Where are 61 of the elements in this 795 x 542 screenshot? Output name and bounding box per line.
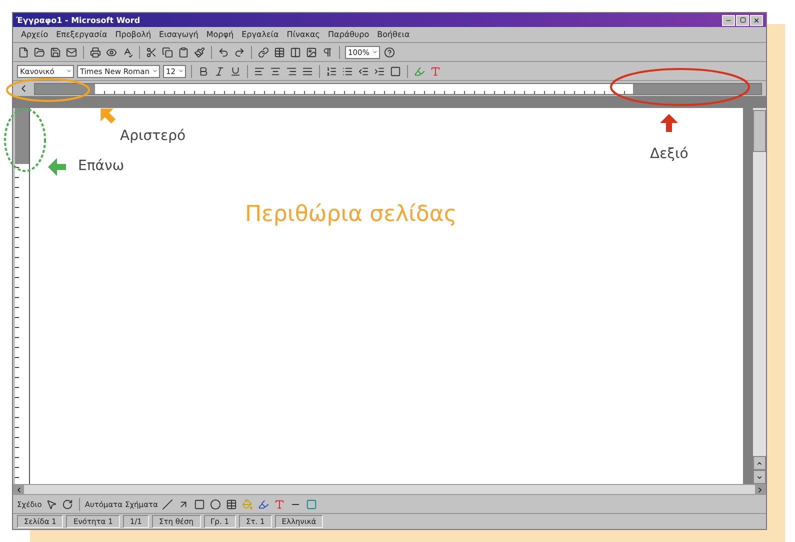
scroll-right-icon[interactable] [756,486,764,494]
caret-icon [372,49,378,55]
menu-item[interactable]: Εργαλεία [242,30,279,39]
mail-icon[interactable] [65,46,78,58]
pilcrow-icon[interactable] [321,46,334,58]
cut-icon[interactable] [145,46,158,58]
window-title: Έγγραφο1 - Microsoft Word [16,16,140,24]
print-icon[interactable] [89,46,102,58]
menu-item[interactable]: Εισαγωγή [159,30,198,39]
caret-icon [178,68,184,74]
redo-icon[interactable] [233,46,246,58]
maximize-button[interactable] [736,14,749,26]
line-icon[interactable] [160,498,174,510]
oval-icon[interactable] [208,498,222,510]
highlight-ellipse [4,108,46,172]
caret-down-icon [756,474,763,480]
menu-item[interactable]: Παράθυρο [328,30,370,39]
maximize-icon [740,17,746,23]
caret-up-icon [756,460,763,466]
annotation-label: Επάνω [78,158,124,174]
copy-icon[interactable] [161,46,174,58]
menu-item[interactable]: Πίνακας [286,30,320,39]
format-painter-icon[interactable] [193,46,206,58]
columns-icon[interactable] [289,46,302,58]
scroll-left-icon[interactable] [15,486,23,494]
scroll-thumb[interactable] [753,110,766,152]
menu-item[interactable]: Μορφή [206,30,234,39]
pointer-icon[interactable] [44,498,58,510]
annotation-label: Δεξιό [650,146,688,162]
underline-icon[interactable] [229,64,242,78]
paste-icon[interactable] [177,46,190,58]
menu-item[interactable]: Επεξεργασία [56,30,108,39]
horizontal-scrollbar[interactable] [13,484,766,495]
menu-item[interactable]: Αρχείο [21,30,48,39]
italic-icon[interactable] [213,64,226,78]
caret-icon [66,68,72,74]
rectangle-icon[interactable] [192,498,206,510]
undo-icon[interactable] [217,46,230,58]
border-icon[interactable] [389,64,402,78]
hyperlink-icon[interactable] [257,46,270,58]
fill-color-icon[interactable] [240,498,254,510]
picture-icon[interactable] [305,46,318,58]
menu-item[interactable]: Βοήθεια [377,30,410,39]
caret-icon [152,68,158,74]
save-icon[interactable] [49,46,62,58]
font-color-icon[interactable] [429,64,442,78]
table-icon[interactable] [273,46,286,58]
page-heading: Περιθώρια σελίδας [245,202,458,227]
menu-item[interactable]: Προβολή [115,30,152,39]
annotation-label: Αριστερό [120,128,186,144]
close-icon [753,16,760,24]
numbered-list-icon[interactable] [325,64,338,78]
minimize-button[interactable] [722,14,735,26]
line-color-icon[interactable] [256,498,270,510]
font-color-icon[interactable] [272,498,286,510]
vertical-scrollbar[interactable] [753,108,766,484]
new-document-icon[interactable] [17,46,30,58]
open-folder-icon[interactable] [33,46,46,58]
rotate-icon[interactable] [60,498,74,510]
help-icon[interactable] [383,46,396,58]
close-button[interactable] [750,14,763,26]
